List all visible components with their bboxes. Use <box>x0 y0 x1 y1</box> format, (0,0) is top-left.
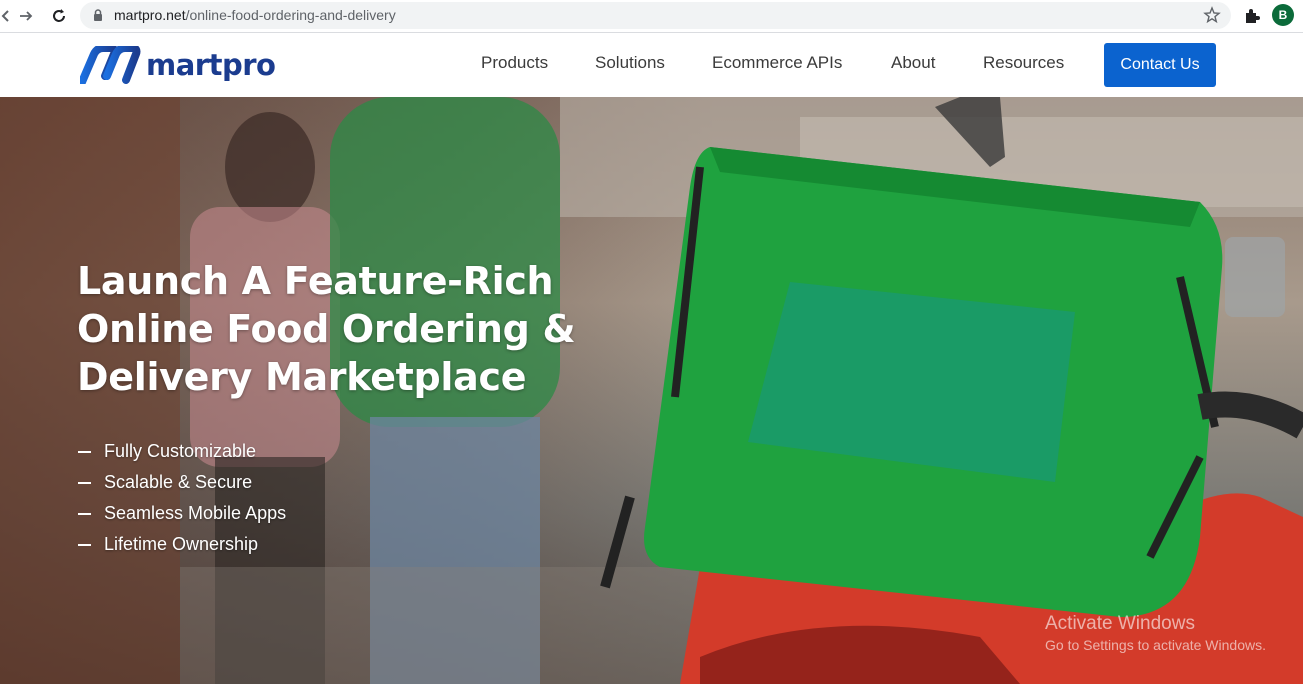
headline-line-2: Online Food Ordering & <box>77 307 576 351</box>
dash-icon <box>78 450 91 453</box>
hero-headline: Launch A Feature-Rich Online Food Orderi… <box>77 257 677 401</box>
feature-label: Fully Customizable <box>104 441 257 461</box>
martpro-logo[interactable]: martpro <box>80 45 276 85</box>
bookmark-star-icon[interactable] <box>1203 6 1221 24</box>
browser-toolbar: martpro.net/online-food-ordering-and-del… <box>0 0 1303 33</box>
headline-line-3: Delivery Marketplace <box>77 355 527 399</box>
site-header: martpro Products Solutions Ecommerce API… <box>0 33 1303 97</box>
address-bar[interactable]: martpro.net/online-food-ordering-and-del… <box>80 2 1231 29</box>
feature-label: Scalable & Secure <box>104 472 253 492</box>
extensions-icon[interactable] <box>1242 6 1262 26</box>
list-item: Scalable & Secure <box>78 467 286 498</box>
nav-solutions[interactable]: Solutions <box>595 53 665 73</box>
watermark-subtitle: Go to Settings to activate Windows. <box>1045 637 1266 653</box>
dash-icon <box>78 543 91 546</box>
contact-us-button[interactable]: Contact Us <box>1104 43 1216 87</box>
reload-icon[interactable] <box>47 4 71 28</box>
watermark-title: Activate Windows <box>1045 613 1195 634</box>
logo-mark-icon <box>80 46 141 84</box>
url-text: martpro.net/online-food-ordering-and-del… <box>114 7 396 23</box>
nav-about[interactable]: About <box>891 53 935 73</box>
feature-label: Lifetime Ownership <box>104 534 259 554</box>
url-host: martpro.net <box>114 7 186 23</box>
dash-icon <box>78 512 91 515</box>
profile-avatar[interactable]: B <box>1272 4 1294 26</box>
logo-text: martpro <box>146 48 276 82</box>
url-path: /online-food-ordering-and-delivery <box>185 7 396 23</box>
dash-icon <box>78 481 91 484</box>
list-item: Lifetime Ownership <box>78 529 286 560</box>
feature-list: Fully Customizable Scalable & Secure Sea… <box>78 436 286 560</box>
feature-label: Seamless Mobile Apps <box>104 503 287 523</box>
nav-resources[interactable]: Resources <box>983 53 1064 73</box>
forward-arrow-icon[interactable] <box>14 4 38 28</box>
nav-products[interactable]: Products <box>481 53 548 73</box>
nav-ecommerce-apis[interactable]: Ecommerce APIs <box>712 53 842 73</box>
list-item: Seamless Mobile Apps <box>78 498 286 529</box>
hero-banner: Launch A Feature-Rich Online Food Orderi… <box>0 97 1303 684</box>
activate-windows-watermark: Activate Windows Go to Settings to activ… <box>1045 613 1266 653</box>
lock-icon <box>94 9 102 21</box>
headline-line-1: Launch A Feature-Rich <box>77 259 554 303</box>
list-item: Fully Customizable <box>78 436 286 467</box>
